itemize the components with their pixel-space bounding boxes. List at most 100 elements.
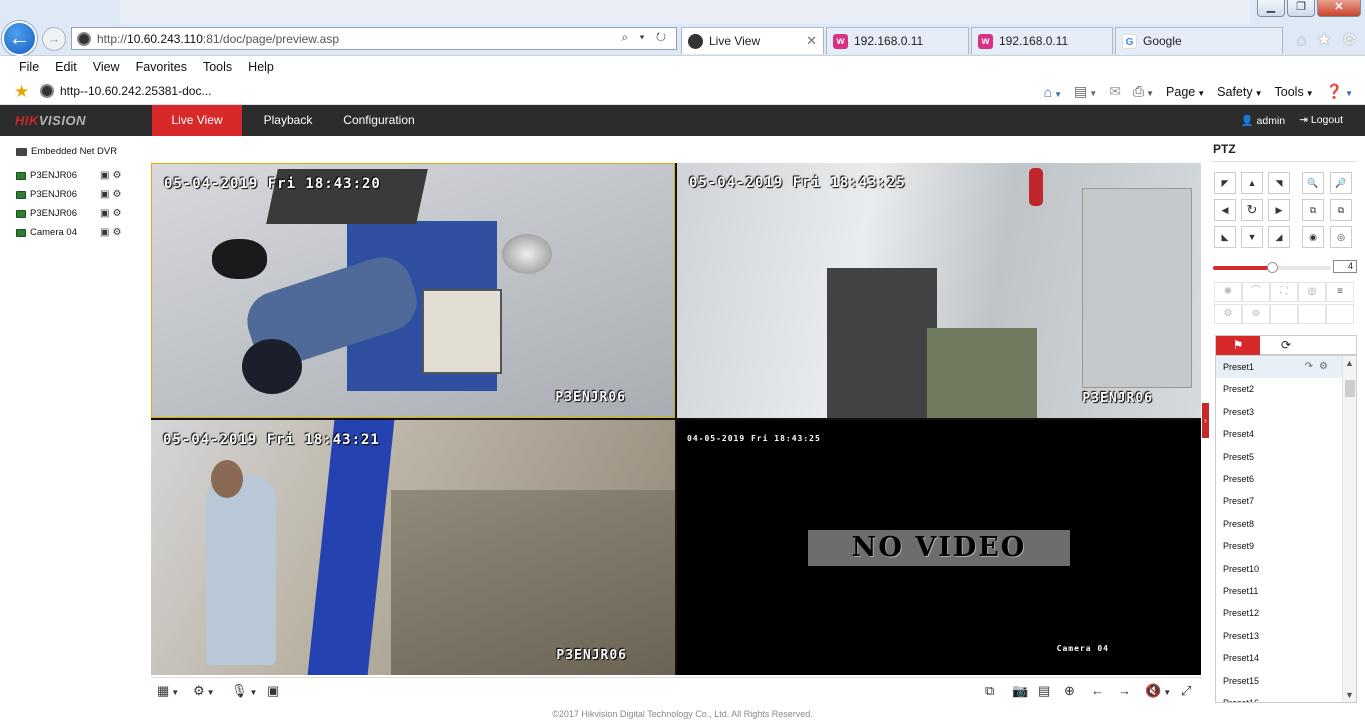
iris-open-icon[interactable]: ◉ (1302, 226, 1324, 248)
light-icon[interactable]: ✺ (1214, 282, 1242, 302)
menu-file[interactable]: File (19, 60, 39, 74)
tools-menu[interactable]: Tools ▼ (1275, 85, 1314, 99)
tree-camera-1[interactable]: P3ENJR06 (16, 170, 77, 181)
iris-close-icon[interactable]: ◎ (1330, 226, 1352, 248)
ptz-speed-slider[interactable] (1213, 262, 1331, 273)
logout-link[interactable]: ⇥ Logout (1299, 114, 1343, 127)
tree-camera-4[interactable]: Camera 04 (16, 227, 77, 238)
volume-mute-icon[interactable]: 🔇 ▼ (1145, 683, 1171, 699)
ptz-auto-rotate-icon[interactable]: ↻ (1241, 199, 1263, 221)
preset-item[interactable]: Preset15 (1216, 670, 1342, 692)
rss-feed-icon[interactable]: ▤ ▼ (1074, 83, 1097, 100)
preset-item[interactable]: Preset13 (1216, 625, 1342, 647)
maximize-button[interactable]: ❐ (1287, 0, 1315, 17)
help-icon[interactable]: ❓ ▼ (1326, 83, 1353, 100)
print-icon[interactable]: ⎙ ▼ (1133, 83, 1154, 100)
menu-edit[interactable]: Edit (55, 60, 77, 74)
preset-item[interactable]: Preset10 (1216, 558, 1342, 580)
safety-menu[interactable]: Safety ▼ (1217, 85, 1262, 99)
microphone-icon[interactable]: 🎙 ▼ (231, 683, 257, 699)
start-all-preview-icon[interactable]: ▣ (267, 683, 279, 699)
back-button[interactable]: ← (2, 21, 37, 56)
tab-presets[interactable]: ⚑ (1216, 336, 1260, 355)
aux-focus-icon[interactable]: ⛶ (1270, 282, 1298, 302)
preset-call-settings-icon[interactable]: ↷⚙ (1305, 356, 1334, 378)
preset-item[interactable]: Preset4 (1216, 423, 1342, 445)
menu-favorites[interactable]: Favorites (136, 60, 187, 74)
tab-playback[interactable]: Playback (250, 105, 326, 136)
forward-button[interactable]: → (42, 27, 66, 51)
3d-zoom-icon[interactable]: ⊚ (1242, 304, 1270, 324)
tree-camera-2[interactable]: P3ENJR06 (16, 189, 77, 200)
page-menu[interactable]: Page ▼ (1166, 85, 1205, 99)
mail-icon[interactable]: ✉ (1109, 83, 1121, 100)
favorites-star-icon[interactable]: ★ (1317, 30, 1332, 50)
capture-all-icon[interactable]: ⧉ (985, 683, 994, 699)
menu-view[interactable]: View (93, 60, 120, 74)
video-tile-3[interactable]: 05-04-2019 Fri 18:43:21 P3ENJR06 (151, 420, 675, 675)
ptz-down-right-icon[interactable]: ◢ (1268, 226, 1290, 248)
home-icon[interactable]: ⌂ (1296, 30, 1306, 50)
zoom-out-icon[interactable]: 🔍 (1302, 172, 1324, 194)
user-account[interactable]: 👤 admin (1241, 114, 1286, 127)
manual-tracking-icon[interactable]: ⚙ (1214, 304, 1242, 324)
video-tile-4[interactable]: 04-05-2019 Fri 18:43:25 NO VIDEO Camera … (677, 420, 1201, 675)
zoom-in-icon[interactable]: 🔎 (1330, 172, 1352, 194)
focus-near-icon[interactable]: ⧉ (1302, 199, 1324, 221)
video-tile-1[interactable]: 05-04-2019 Fri 18:43:20 P3ENJR06 (151, 163, 675, 418)
preset-item[interactable]: Preset8 (1216, 513, 1342, 535)
preset-item[interactable]: Preset12 (1216, 602, 1342, 624)
digital-zoom-icon[interactable]: ⊕ (1064, 683, 1075, 699)
home-icon[interactable]: ⌂ ▼ (1044, 84, 1062, 100)
preset-item[interactable]: Preset14 (1216, 647, 1342, 669)
tab-patrols[interactable]: ⟳ (1264, 336, 1308, 355)
tab-live-view[interactable]: Live View (152, 105, 242, 136)
tab-configuration[interactable]: Configuration (334, 105, 424, 136)
record-icon[interactable]: ▤ (1038, 683, 1050, 699)
camera-2-stream-icons[interactable]: ▣⚙ (100, 189, 124, 200)
ptz-down-icon[interactable]: ▼ (1241, 226, 1263, 248)
tree-root-dvr[interactable]: Embedded Net DVR (16, 146, 117, 157)
scroll-up-icon[interactable]: ▲ (1345, 358, 1354, 368)
menu-help[interactable]: Help (248, 60, 274, 74)
scroll-down-icon[interactable]: ▼ (1345, 690, 1354, 700)
ptz-up-icon[interactable]: ▲ (1241, 172, 1263, 194)
settings-gear-icon[interactable]: ⚙ (1342, 30, 1357, 50)
preset-item[interactable]: Preset9 (1216, 535, 1342, 557)
preset-item[interactable]: Preset5 (1216, 446, 1342, 468)
preset-item[interactable]: Preset6 (1216, 468, 1342, 490)
tab-google[interactable]: G Google (1115, 27, 1283, 54)
next-page-icon[interactable]: → (1118, 683, 1131, 698)
menu-tools[interactable]: Tools (203, 60, 232, 74)
wiper-icon[interactable]: ⌒ (1242, 282, 1270, 302)
video-tile-2[interactable]: 05-04-2019 Fri 18:43:25 P3ENJR06 (677, 163, 1201, 418)
ptz-left-icon[interactable]: ◀ (1214, 199, 1236, 221)
camera-4-stream-icons[interactable]: ▣⚙ (100, 227, 124, 238)
preset-item[interactable]: Preset16 (1216, 692, 1342, 702)
preset-scrollbar[interactable]: ▲ ▼ (1342, 356, 1356, 702)
address-bar[interactable]: http://10.60.243.110:81/doc/page/preview… (71, 27, 677, 50)
ptz-down-left-icon[interactable]: ◣ (1214, 226, 1236, 248)
tab-live-view[interactable]: Live View ✕ (681, 27, 824, 54)
ptz-collapse-handle[interactable]: › (1202, 403, 1209, 438)
favorites-star-icon[interactable]: ★ (14, 82, 29, 102)
stream-type-icon[interactable]: ⚙ ▼ (193, 683, 215, 699)
minimize-button[interactable]: ▁ (1257, 0, 1285, 17)
preset-item[interactable]: Preset7 (1216, 490, 1342, 512)
tab-192-168-0-11-a[interactable]: w 192.168.0.11 (826, 27, 969, 54)
favorite-link[interactable]: http--10.60.242.25381-doc... (40, 84, 211, 98)
ptz-speed-handle[interactable] (1267, 262, 1278, 273)
close-window-button[interactable]: ✕ (1317, 0, 1361, 17)
tree-camera-3[interactable]: P3ENJR06 (16, 208, 77, 219)
ptz-up-right-icon[interactable]: ◥ (1268, 172, 1290, 194)
camera-1-stream-icons[interactable]: ▣⚙ (100, 170, 124, 181)
layout-grid-icon[interactable]: ▦ ▼ (157, 683, 179, 699)
preset-item[interactable]: Preset1 ↷⚙ (1216, 356, 1342, 378)
tab-192-168-0-11-b[interactable]: w 192.168.0.11 (971, 27, 1113, 54)
fullscreen-icon[interactable]: ⤢ (1181, 683, 1191, 699)
focus-far-icon[interactable]: ⧉ (1330, 199, 1352, 221)
snapshot-camera-icon[interactable]: 📷 (1012, 683, 1028, 699)
ptz-up-left-icon[interactable]: ◤ (1214, 172, 1236, 194)
previous-page-icon[interactable]: ← (1091, 683, 1104, 698)
preset-item[interactable]: Preset2 (1216, 378, 1342, 400)
